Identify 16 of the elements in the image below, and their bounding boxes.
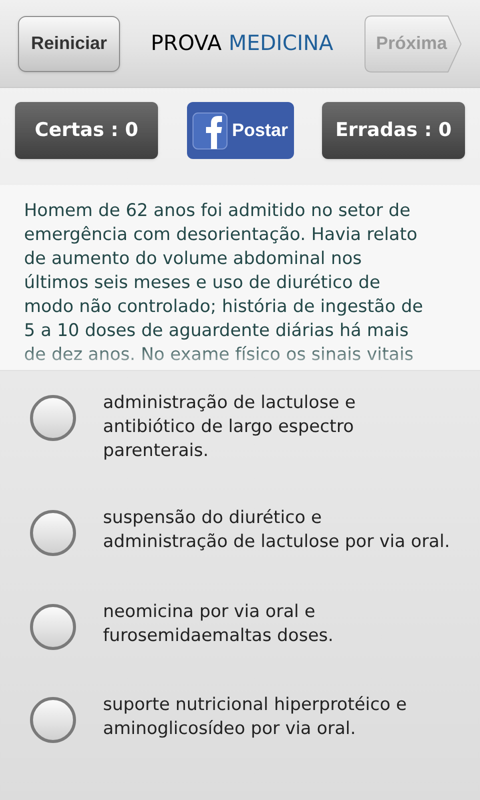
answer-option: neomicina por via oral e furosemidaemaltas doses. <box>103 600 334 648</box>
app-title: MEDICINA <box>228 30 334 57</box>
share-button[interactable]: Postar <box>186 102 294 159</box>
wrong-count: Erradas : 0 <box>322 102 465 159</box>
answer-option: suporte nutricional hiperprotéico e aminoglicosídeo por via oral. <box>103 693 407 741</box>
app-title: PROVA <box>150 30 222 57</box>
correct-count: Certas : 0 <box>15 102 158 159</box>
question-text: Homem de 62 anos foi admitido no setor de emergência com desorientação. Havia relato de aumento do volume abdominal nos últimos seis meses e uso de diurético de modo não controlado; história de ingestão de 5 a 10 doses de aguardente diárias há mais de dez anos. No exame físico os sinais vitais <box>24 200 424 367</box>
radio-button[interactable] <box>30 510 76 556</box>
radio-button[interactable] <box>30 395 76 441</box>
f-logo-icon <box>192 112 228 150</box>
radio-button[interactable] <box>30 697 76 743</box>
answer-option: administração de lactulose e antibiótico de largo espectro parenterais. <box>103 391 356 463</box>
answer-option: suspensão do diurético e administração de lactulose por via oral. <box>103 506 450 554</box>
radio-button[interactable] <box>30 604 76 650</box>
restart-button[interactable]: Reiniciar <box>18 16 120 72</box>
